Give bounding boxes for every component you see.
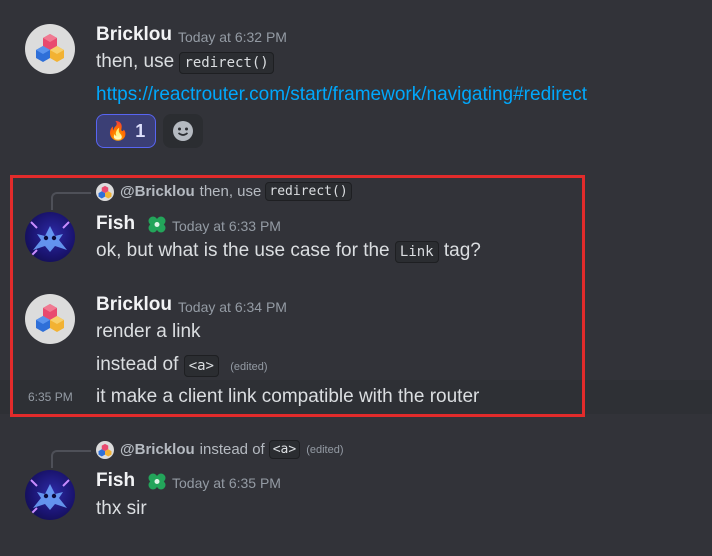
reply-connector <box>51 450 91 468</box>
fire-reaction-button[interactable]: 🔥 1 <box>96 114 156 148</box>
author-name[interactable]: Fish <box>96 470 168 492</box>
fish-creature-icon <box>30 479 70 515</box>
inline-code: redirect() <box>179 52 274 74</box>
message-timestamp: Today at 6:35 PM <box>172 475 281 491</box>
fish-avatar[interactable] <box>25 470 75 520</box>
reaction-count: 1 <box>135 120 146 141</box>
message-text-part: then, use <box>96 51 175 72</box>
highlight-box <box>10 175 585 417</box>
reply-inline-code: <a> <box>268 440 301 459</box>
message-text: thx sir <box>96 498 147 519</box>
clover-badge-icon <box>148 473 166 490</box>
reply-text: instead of <box>199 441 265 458</box>
reply-avatar <box>96 440 114 459</box>
cube-logo-icon <box>98 443 112 456</box>
cube-logo-icon <box>36 34 64 62</box>
author-name[interactable]: Bricklou <box>96 24 172 46</box>
message-text: then, use redirect() <box>96 51 274 74</box>
reply-author: @Bricklou <box>120 441 195 458</box>
message-timestamp: Today at 6:32 PM <box>178 29 287 45</box>
reply-preview[interactable]: @Bricklou instead of <a> (edited) <box>96 440 343 459</box>
add-reaction-button[interactable] <box>163 114 203 148</box>
smiley-face-icon <box>173 121 193 141</box>
message-link[interactable]: https://reactrouter.com/start/framework/… <box>96 84 587 106</box>
bricklou-avatar[interactable] <box>25 24 75 74</box>
author-name-text: Fish <box>96 470 136 492</box>
chat-log: Bricklou Today at 6:32 PM then, use redi… <box>0 0 712 556</box>
fire-emoji-icon: 🔥 <box>106 120 130 141</box>
reply-edited-label: (edited) <box>306 443 344 456</box>
